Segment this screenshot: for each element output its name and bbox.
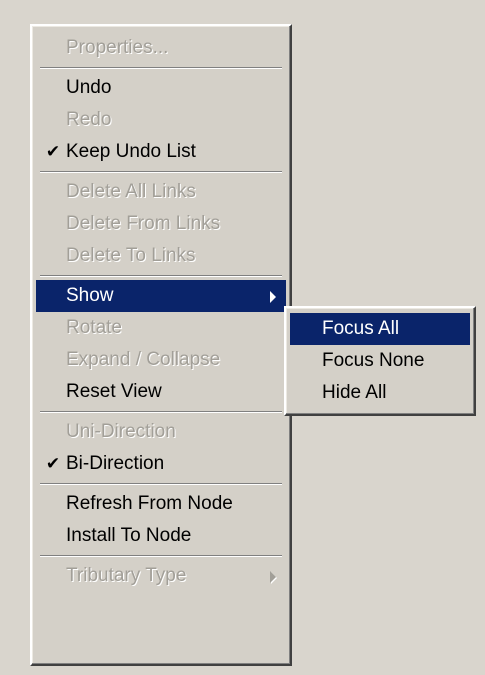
menu-item-label: Redo	[66, 109, 112, 130]
menu-item-label: Expand / Collapse	[66, 349, 221, 370]
menu-item-label: Hide All	[322, 382, 387, 403]
submenu-arrow-icon	[270, 571, 276, 583]
menu-item-label: Delete From Links	[66, 213, 221, 234]
menu-item-label: Properties...	[66, 37, 169, 58]
menu-separator	[40, 64, 282, 72]
menu-item-rotate: Rotate	[36, 312, 286, 344]
menu-separator	[40, 272, 282, 280]
menu-separator	[40, 480, 282, 488]
menu-item-delete-all-links: Delete All Links	[36, 176, 286, 208]
menu-item-label: Focus None	[322, 350, 425, 371]
menu-item-properties: Properties...	[36, 32, 286, 64]
menu-item-label: Bi-Direction	[66, 453, 165, 474]
submenu-item-hide-all[interactable]: Hide All	[290, 377, 470, 409]
menu-item-show[interactable]: Show	[36, 280, 286, 312]
menu-item-uni-direction: Uni-Direction	[36, 416, 286, 448]
menu-item-redo: Redo	[36, 104, 286, 136]
menu-item-install-to-node[interactable]: Install To Node	[36, 520, 286, 552]
menu-item-delete-to-links: Delete To Links	[36, 240, 286, 272]
submenu-arrow-icon	[270, 291, 276, 303]
submenu-item-focus-all[interactable]: Focus All	[290, 313, 470, 345]
submenu-item-focus-none[interactable]: Focus None	[290, 345, 470, 377]
show-submenu: Focus All Focus None Hide All	[284, 306, 476, 416]
menu-item-label: Tributary Type	[66, 565, 187, 586]
menu-item-label: Show	[66, 285, 114, 306]
menu-item-tributary-type: Tributary Type	[36, 560, 286, 592]
menu-separator	[40, 408, 282, 416]
menu-item-reset-view[interactable]: Reset View	[36, 376, 286, 408]
menu-item-label: Reset View	[66, 381, 162, 402]
menu-item-label: Refresh From Node	[66, 493, 233, 514]
menu-item-label: Install To Node	[66, 525, 192, 546]
menu-item-refresh-from-node[interactable]: Refresh From Node	[36, 488, 286, 520]
menu-item-bi-direction[interactable]: ✔ Bi-Direction	[36, 448, 286, 480]
menu-separator	[40, 552, 282, 560]
menu-item-keep-undo-list[interactable]: ✔ Keep Undo List	[36, 136, 286, 168]
context-menu: Properties... Undo Redo ✔ Keep Undo List…	[30, 24, 292, 666]
menu-item-expand-collapse: Expand / Collapse	[36, 344, 286, 376]
menu-item-label: Rotate	[66, 317, 122, 338]
menu-item-undo[interactable]: Undo	[36, 72, 286, 104]
menu-item-label: Delete All Links	[66, 181, 196, 202]
checkmark-icon: ✔	[45, 142, 61, 162]
menu-separator	[40, 168, 282, 176]
menu-item-label: Keep Undo List	[66, 141, 196, 162]
menu-item-label: Undo	[66, 77, 112, 98]
menu-item-delete-from-links: Delete From Links	[36, 208, 286, 240]
menu-item-label: Focus All	[322, 318, 400, 339]
menu-item-label: Delete To Links	[66, 245, 196, 266]
menu-item-label: Uni-Direction	[66, 421, 176, 442]
checkmark-icon: ✔	[45, 454, 61, 474]
